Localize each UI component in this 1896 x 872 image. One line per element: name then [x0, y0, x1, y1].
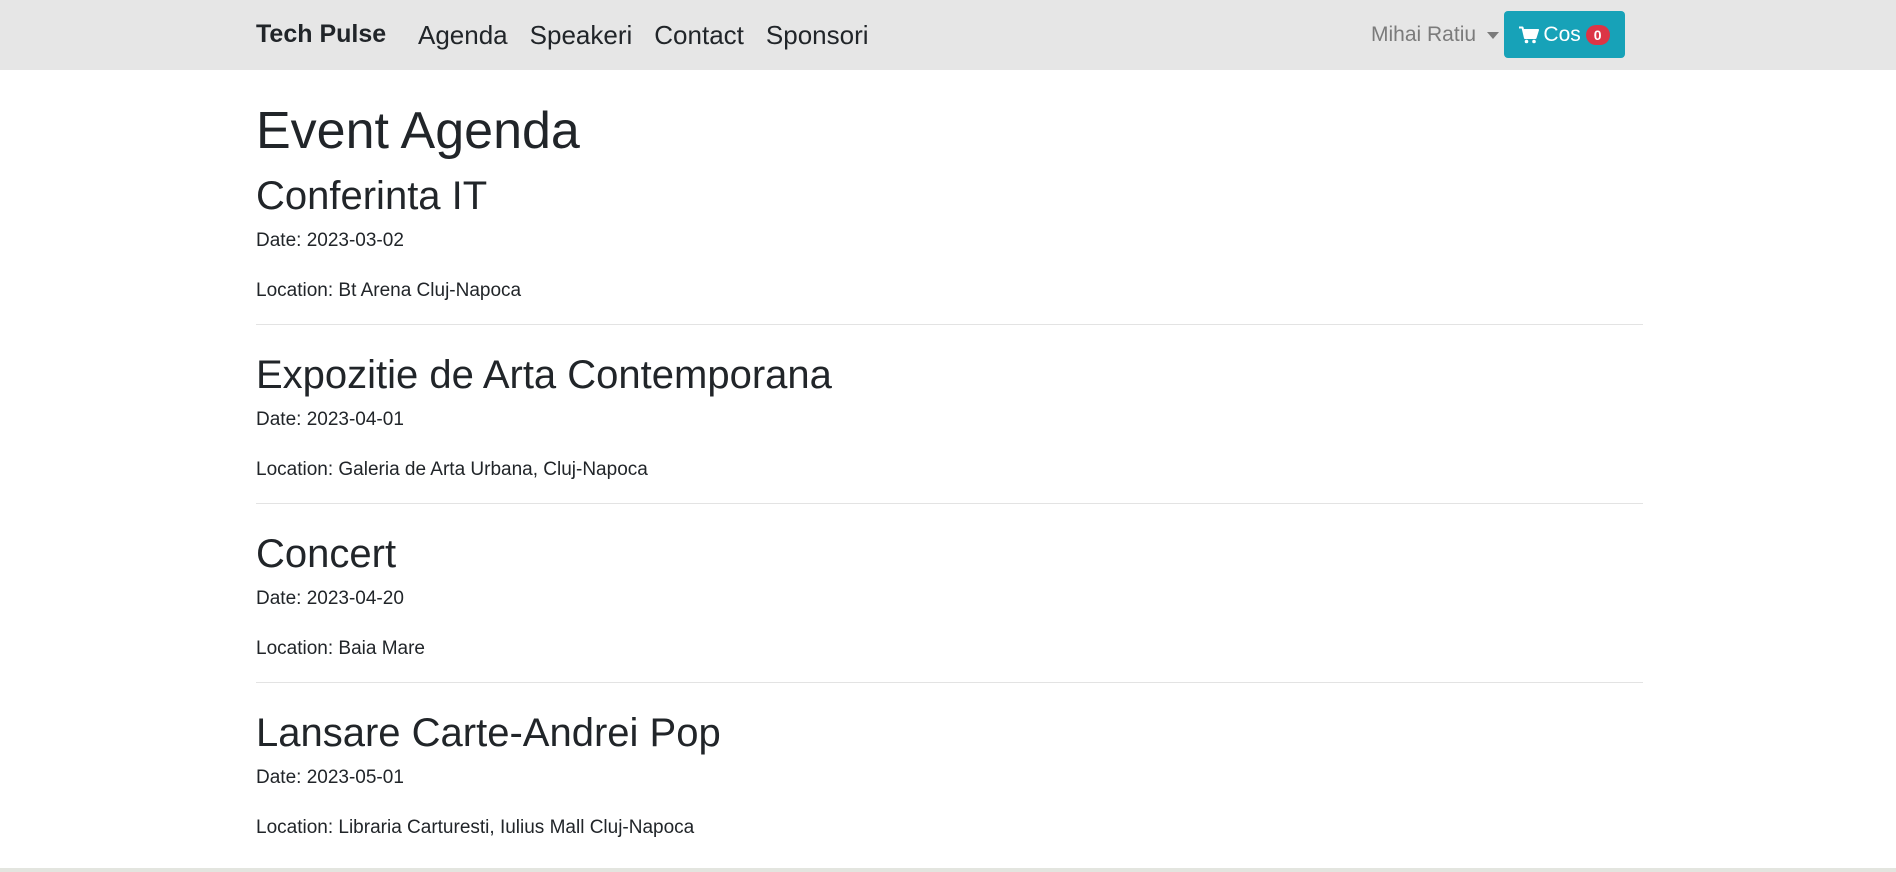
event-location: Location: Libraria Carturesti, Iulius Ma…: [256, 817, 695, 838]
event-date: Date: 2023-05-01: [256, 767, 404, 788]
event-location: Location: Galeria de Arta Urbana, Cluj-N…: [256, 459, 648, 480]
event-title: Conferinta IT: [256, 174, 488, 218]
event-item: Lansare Carte-Andrei Pop Date: 2023-05-0…: [256, 710, 1643, 838]
event-location: Location: Bt Arena Cluj-Napoca: [256, 280, 522, 301]
event-date: Date: 2023-03-02: [256, 230, 404, 251]
event-title: Concert: [256, 532, 397, 576]
page-title: Event Agenda: [256, 102, 580, 160]
nav-links: Agenda Speakeri Contact Sponsori: [407, 0, 880, 70]
nav-link-speakeri[interactable]: Speakeri: [519, 20, 644, 51]
brand-logo[interactable]: Tech Pulse: [256, 20, 386, 49]
cart-label: Cos: [1543, 22, 1581, 46]
navbar: Tech Pulse Agenda Speakeri Contact Spons…: [0, 0, 1896, 70]
nav-link-sponsori[interactable]: Sponsori: [755, 20, 880, 51]
cart-count-badge: 0: [1585, 24, 1610, 45]
divider: [256, 682, 1643, 683]
user-menu-dropdown[interactable]: Mihai Ratiu: [1371, 0, 1500, 70]
caret-down-icon: [1487, 31, 1500, 39]
event-item: Expozitie de Arta Contemporana Date: 202…: [256, 352, 1643, 504]
event-date: Date: 2023-04-20: [256, 588, 404, 609]
divider: [256, 503, 1643, 504]
event-item: Conferinta IT Date: 2023-03-02 Location:…: [256, 173, 1643, 325]
user-name: Mihai Ratiu: [1371, 23, 1477, 46]
nav-link-contact[interactable]: Contact: [643, 20, 755, 51]
event-title: Expozitie de Arta Contemporana: [256, 353, 832, 397]
nav-link-agenda[interactable]: Agenda: [407, 20, 519, 51]
window-bottom-edge: [0, 868, 1896, 872]
divider: [256, 324, 1643, 325]
cart-button[interactable]: Cos 0: [1504, 11, 1625, 58]
event-title: Lansare Carte-Andrei Pop: [256, 711, 721, 755]
event-location: Location: Baia Mare: [256, 638, 425, 659]
event-item: Concert Date: 2023-04-20 Location: Baia …: [256, 531, 1643, 683]
event-date: Date: 2023-04-01: [256, 409, 404, 430]
shopping-cart-icon: [1519, 26, 1540, 44]
